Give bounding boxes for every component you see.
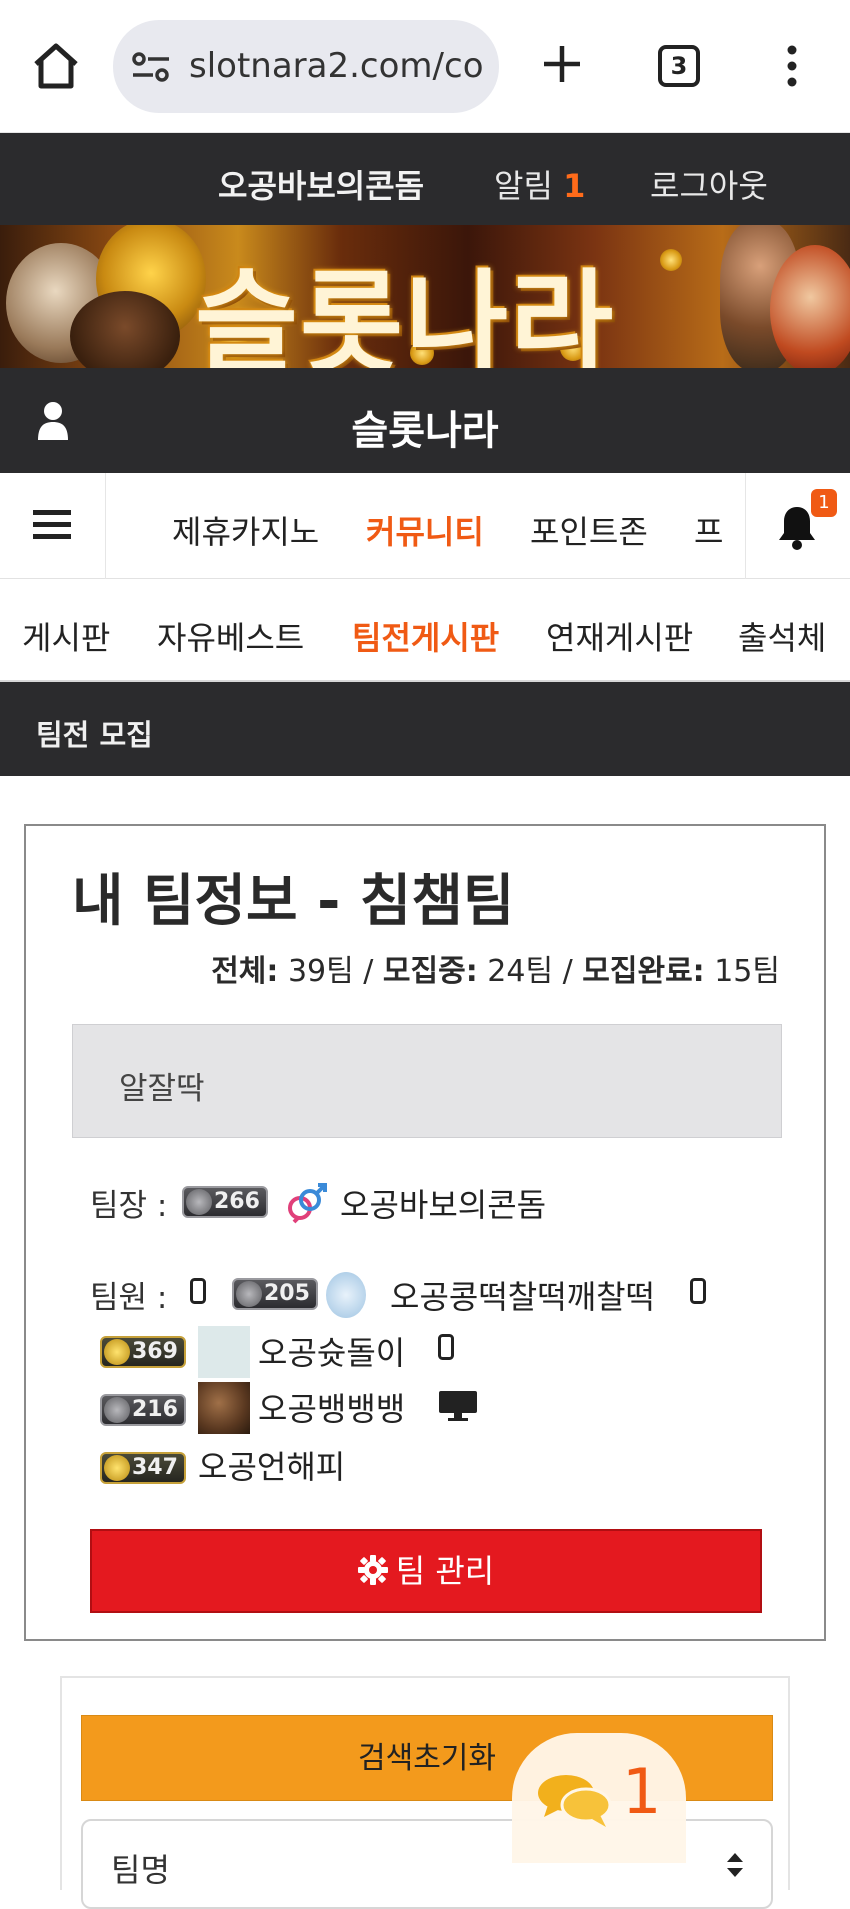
- level-number: 347: [132, 1455, 178, 1480]
- sub-nav: 게시판 자유베스트 팀전게시판 연재게시판 출석체: [0, 579, 850, 682]
- stats-total-label: 전체:: [211, 954, 279, 989]
- stats-recruiting-label: 모집중:: [382, 954, 478, 989]
- site-title-bar: 슬롯나라: [0, 368, 850, 473]
- sub-nav-serial-board[interactable]: 연재게시판: [546, 613, 693, 659]
- section-header: 팀전 모집: [0, 682, 850, 776]
- stats-total-value: 39팀: [287, 954, 354, 989]
- level-number: 266: [214, 1189, 260, 1214]
- rank-emblem-icon: [104, 1455, 130, 1481]
- my-team-panel: 내 팀정보 - 침챔팀 전체: 39팀 / 모집중: 24팀 / 모집완료: 1…: [24, 824, 826, 1641]
- gear-icon: [357, 1555, 388, 1585]
- level-badge: 369: [100, 1336, 186, 1368]
- site-settings-icon[interactable]: [131, 51, 171, 83]
- search-type-value: 팀명: [111, 1851, 170, 1889]
- stats-done-label: 모집완료:: [582, 954, 705, 989]
- tab-switcher-button[interactable]: 3: [658, 45, 700, 87]
- address-bar[interactable]: slotnara2.com/co: [113, 20, 499, 113]
- team-manage-button[interactable]: 팀 관리: [90, 1529, 762, 1613]
- team-stats: 전체: 39팀 / 모집중: 24팀 / 모집완료: 15팀: [211, 946, 780, 990]
- rank-emblem-icon: [104, 1339, 130, 1365]
- more-menu-icon[interactable]: [782, 44, 802, 88]
- level-badge: 205: [232, 1278, 318, 1310]
- chat-button[interactable]: 1: [512, 1733, 686, 1863]
- main-nav: 제휴카지노 커뮤니티 포인트존 프 1: [0, 473, 850, 579]
- chat-bubbles-icon: [538, 1775, 612, 1827]
- team-description-text: 알잘딱: [119, 1071, 205, 1107]
- level-number: 216: [132, 1397, 178, 1422]
- site-title[interactable]: 슬롯나라: [0, 398, 850, 456]
- select-arrows-icon: [727, 1853, 743, 1877]
- level-badge: 266: [182, 1186, 268, 1218]
- member-avatar: [198, 1382, 250, 1434]
- sub-nav-board[interactable]: 게시판: [22, 613, 110, 659]
- home-icon[interactable]: [30, 40, 82, 92]
- member-avatar: [198, 1326, 250, 1378]
- level-number: 205: [264, 1281, 310, 1306]
- team-manage-label: 팀 관리: [395, 1552, 495, 1590]
- member-avatar: [326, 1272, 366, 1318]
- new-tab-icon[interactable]: [540, 42, 584, 86]
- nav-item-truncated[interactable]: 프: [694, 507, 723, 553]
- username-link[interactable]: 오공바보의콘돔: [218, 161, 424, 207]
- team-title: 내 팀정보 - 침챔팀: [72, 869, 515, 934]
- stats-recruiting-value: 24팀: [487, 954, 554, 989]
- desktop-icon: [439, 1391, 477, 1421]
- site-banner[interactable]: 슬롯나라: [0, 225, 850, 368]
- mobile-icon: [690, 1278, 706, 1304]
- nav-item-partner-casino[interactable]: 제휴카지노: [172, 507, 319, 553]
- mobile-icon: [190, 1278, 206, 1304]
- stats-separator: /: [562, 954, 573, 989]
- hamburger-menu-button[interactable]: [0, 473, 106, 579]
- stats-done-value: 15팀: [714, 954, 780, 989]
- level-badge: 347: [100, 1452, 186, 1484]
- bell-badge: 1: [811, 489, 837, 517]
- notification-count: 1: [563, 167, 586, 205]
- section-title: 팀전 모집: [36, 718, 153, 752]
- notification-bell-button[interactable]: 1: [745, 473, 850, 579]
- member-name[interactable]: 오공콩떡찰떡깨찰떡: [390, 1272, 655, 1318]
- nav-item-community[interactable]: 커뮤니티: [366, 507, 484, 553]
- account-bar: 오공바보의콘돔 알림 1 로그아웃: [0, 133, 850, 225]
- leader-name[interactable]: 오공바보의콘돔: [340, 1180, 546, 1226]
- member-name[interactable]: 오공뱅뱅뱅: [258, 1384, 405, 1430]
- rank-emblem-icon: [186, 1189, 212, 1215]
- browser-toolbar: slotnara2.com/co 3: [0, 0, 850, 133]
- sub-nav-free-best[interactable]: 자유베스트: [157, 613, 304, 659]
- rank-emblem-icon: [104, 1397, 130, 1423]
- sub-nav-attendance[interactable]: 출석체: [738, 613, 826, 659]
- url-text[interactable]: slotnara2.com/co: [189, 46, 489, 86]
- sub-nav-team-board[interactable]: 팀전게시판: [352, 613, 499, 659]
- rank-emblem-icon: [236, 1281, 262, 1307]
- coin-decoration: [660, 249, 682, 271]
- logout-link[interactable]: 로그아웃: [650, 161, 768, 207]
- banner-character-god: [770, 245, 850, 368]
- banner-logo: 슬롯나라: [195, 259, 616, 368]
- notification-link[interactable]: 알림 1: [494, 161, 585, 207]
- level-badge: 216: [100, 1394, 186, 1426]
- mobile-icon: [438, 1334, 454, 1360]
- member-name[interactable]: 오공슛돌이: [258, 1328, 405, 1374]
- chat-count: 1: [622, 1755, 662, 1828]
- member-name[interactable]: 오공언해피: [198, 1442, 345, 1488]
- hamburger-icon: [33, 510, 71, 539]
- leader-label: 팀장 :: [90, 1188, 168, 1224]
- gender-icon: [288, 1183, 327, 1224]
- level-number: 369: [132, 1339, 178, 1364]
- team-description: 알잘딱: [72, 1024, 782, 1138]
- members-label: 팀원 :: [90, 1280, 168, 1316]
- nav-item-point-zone[interactable]: 포인트존: [530, 507, 648, 553]
- stats-separator: /: [363, 954, 374, 989]
- notification-label: 알림: [494, 167, 553, 205]
